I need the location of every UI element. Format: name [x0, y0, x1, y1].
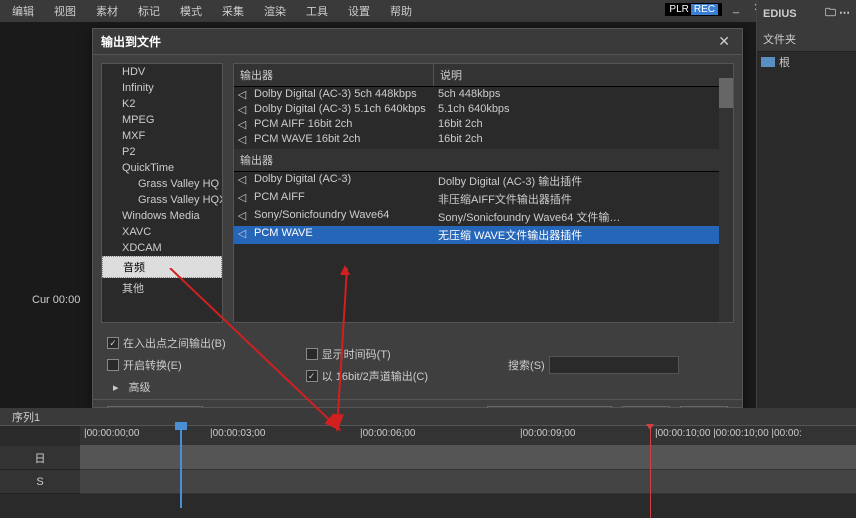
out-marker[interactable]	[650, 428, 651, 518]
ruler-tick: |00:00:03;00	[210, 428, 265, 439]
title-bar-right: PLRREC _ ✕	[665, 2, 766, 16]
dialog-header: 输出到文件 ✕	[93, 29, 742, 55]
channel16-checkbox[interactable]: 以 16bit/2声道输出(C)	[306, 368, 428, 384]
track-label-s[interactable]: S	[0, 470, 80, 494]
current-time: Cur 00:00	[32, 294, 80, 306]
audio-icon: ◁	[234, 118, 250, 131]
timecode-checkbox[interactable]: 显示时间码(T)	[306, 346, 428, 362]
col-exporter[interactable]: 输出器	[234, 64, 434, 86]
advanced-toggle[interactable]: ▸高级	[107, 379, 226, 395]
menu-render[interactable]: 渲染	[254, 0, 296, 22]
audio-icon: ◁	[234, 173, 250, 189]
timeline: 序列1 |00:00:00;00 |00:00:03;00 |00:00:06;…	[0, 408, 856, 518]
tree-hdv[interactable]: HDV	[102, 64, 222, 80]
tree-xdcam[interactable]: XDCAM	[102, 240, 222, 256]
edius-title: EDIUS 🗀 ⋯	[757, 0, 856, 27]
export-dialog: 输出到文件 ✕ HDV Infinity K2 MPEG MXF P2 Quic…	[92, 28, 743, 408]
video-track[interactable]	[80, 446, 856, 470]
tree-gvhqx[interactable]: Grass Valley HQX	[102, 192, 222, 208]
ruler-tick: |00:00:10;00 |00:00:10;00 |00:00:	[655, 428, 802, 439]
inout-checkbox[interactable]: 在入出点之间输出(B)	[107, 335, 226, 351]
plr-rec-badge: PLRREC	[665, 3, 722, 16]
table-row[interactable]: ◁Sony/Sonicfoundry Wave64Sony/Sonicfound…	[234, 208, 733, 226]
menu-settings[interactable]: 设置	[338, 0, 380, 22]
sequence-tab[interactable]: 序列1	[4, 409, 48, 425]
table-row[interactable]: ◁Dolby Digital (AC-3)Dolby Digital (AC-3…	[234, 172, 733, 190]
tree-mpeg[interactable]: MPEG	[102, 112, 222, 128]
menu-view[interactable]: 视图	[44, 0, 86, 22]
folder-header: 文件夹	[757, 27, 856, 52]
menu-tools[interactable]: 工具	[296, 0, 338, 22]
dialog-close-icon[interactable]: ✕	[714, 33, 734, 50]
table-row[interactable]: ◁PCM AIFF 16bit 2ch16bit 2ch	[234, 117, 733, 132]
search-input[interactable]	[549, 356, 679, 374]
scrollbar[interactable]	[719, 64, 733, 322]
audio-track[interactable]	[80, 470, 856, 494]
folder-icon	[761, 57, 775, 67]
tree-audio[interactable]: 音频	[102, 256, 222, 278]
table-row[interactable]: ◁Dolby Digital (AC-3) 5.1ch 640kbps5.1ch…	[234, 102, 733, 117]
tree-infinity[interactable]: Infinity	[102, 80, 222, 96]
edius-label: EDIUS	[763, 8, 797, 20]
menu-help[interactable]: 帮助	[380, 0, 422, 22]
audio-icon: ◁	[234, 103, 250, 116]
tree-gvhq[interactable]: Grass Valley HQ	[102, 176, 222, 192]
ruler-tick: |00:00:00;00	[84, 428, 139, 439]
table-row[interactable]: ◁PCM AIFF非压缩AIFF文件输出器插件	[234, 190, 733, 208]
audio-icon: ◁	[234, 133, 250, 146]
menu-marker[interactable]: 标记	[128, 0, 170, 22]
tree-wm[interactable]: Windows Media	[102, 208, 222, 224]
ruler-tick: |00:00:06;00	[360, 428, 415, 439]
menu-clip[interactable]: 素材	[86, 0, 128, 22]
track-label-h[interactable]: 日	[0, 446, 80, 470]
col-desc[interactable]: 说明	[434, 64, 733, 86]
table-row[interactable]: ◁PCM WAVE 16bit 2ch16bit 2ch	[234, 132, 733, 147]
audio-icon: ◁	[234, 191, 250, 207]
timeline-ruler[interactable]: |00:00:00;00 |00:00:03;00 |00:00:06;00 |…	[80, 426, 856, 446]
tree-quicktime[interactable]: QuickTime	[102, 160, 222, 176]
preset-table: 输出器 说明 ◁Dolby Digital (AC-3) 5ch 448kbps…	[233, 63, 734, 323]
dialog-title: 输出到文件	[101, 33, 161, 50]
search-group: 搜索(S)	[508, 356, 679, 374]
folder-open-icon[interactable]: 🗀 ⋯	[825, 4, 850, 23]
table-row-selected[interactable]: ◁PCM WAVE无压缩 WAVE文件输出器插件	[234, 226, 733, 244]
ruler-tick: |00:00:09;00	[520, 428, 575, 439]
folder-root-label: 根	[779, 54, 790, 70]
exporter-divider: 输出器	[234, 149, 733, 172]
folder-root-item[interactable]: 根	[757, 52, 856, 72]
chevron-right-icon: ▸	[107, 381, 125, 394]
tree-other[interactable]: 其他	[102, 278, 222, 298]
audio-icon: ◁	[234, 209, 250, 225]
convert-checkbox[interactable]: 开启转换(E)	[107, 357, 226, 373]
minimize-icon[interactable]: _	[728, 2, 744, 16]
menu-mode[interactable]: 模式	[170, 0, 212, 22]
tree-mxf[interactable]: MXF	[102, 128, 222, 144]
tree-xavc[interactable]: XAVC	[102, 224, 222, 240]
audio-icon: ◁	[234, 88, 250, 101]
menu-edit[interactable]: 编辑	[2, 0, 44, 22]
tree-p2[interactable]: P2	[102, 144, 222, 160]
format-tree[interactable]: HDV Infinity K2 MPEG MXF P2 QuickTime Gr…	[101, 63, 223, 323]
table-row[interactable]: ◁Dolby Digital (AC-3) 5ch 448kbps5ch 448…	[234, 87, 733, 102]
search-label: 搜索(S)	[508, 357, 545, 373]
audio-icon: ◁	[234, 227, 250, 243]
menu-capture[interactable]: 采集	[212, 0, 254, 22]
playhead[interactable]	[180, 428, 182, 508]
tree-k2[interactable]: K2	[102, 96, 222, 112]
